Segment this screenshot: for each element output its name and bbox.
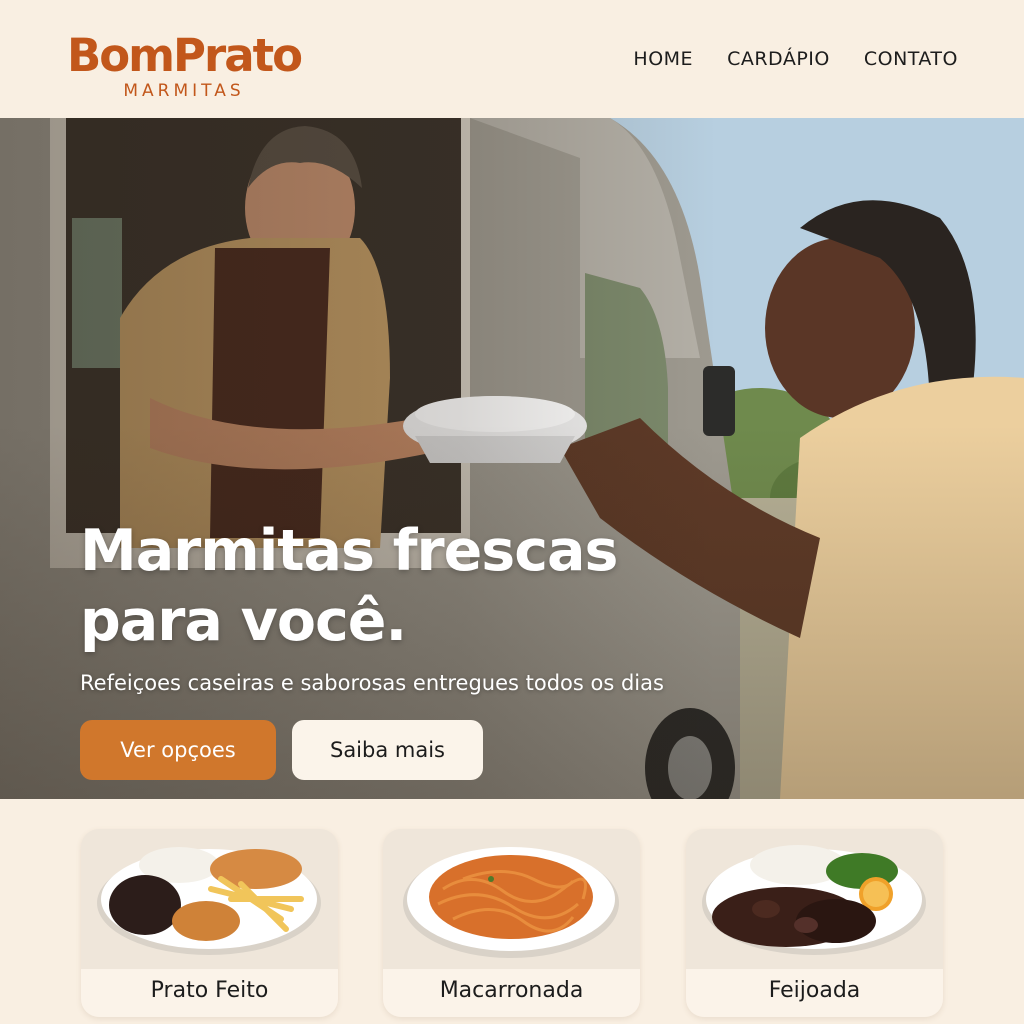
nav-home[interactable]: HOME bbox=[633, 46, 693, 72]
saiba-mais-button[interactable]: Saiba mais bbox=[292, 720, 483, 780]
feijoada-image bbox=[686, 829, 943, 969]
nav-contato[interactable]: CONTATO bbox=[864, 46, 958, 72]
hero-title-line2: para você. bbox=[80, 588, 407, 654]
main-nav: HOME CARDÁPIO CONTATO bbox=[633, 46, 958, 72]
hero-title: Marmitas frescas para você. bbox=[80, 516, 700, 656]
menu-cards: Prato Feito Macarronada Feijoada bbox=[0, 799, 1024, 1024]
macarronada-image bbox=[383, 829, 640, 969]
ver-opcoes-button[interactable]: Ver opçoes bbox=[80, 720, 276, 780]
menu-card-label: Macarronada bbox=[439, 978, 584, 1003]
brand-logo[interactable]: BomPrato MARMITAS bbox=[64, 29, 304, 101]
hero-subtitle: Refeiçoes caseiras e saborosas entregues… bbox=[80, 671, 664, 695]
menu-card-label: Feijoada bbox=[768, 978, 861, 1003]
prato-feito-image bbox=[81, 829, 338, 969]
menu-card-label: Prato Feito bbox=[150, 978, 269, 1003]
site-header: BomPrato MARMITAS HOME CARDÁPIO CONTATO bbox=[0, 0, 1024, 118]
menu-card-macarronada[interactable]: Macarronada bbox=[383, 829, 640, 1017]
menu-card-feijoada[interactable]: Feijoada bbox=[686, 829, 943, 1017]
nav-cardapio[interactable]: CARDÁPIO bbox=[727, 46, 830, 72]
menu-card-prato-feito[interactable]: Prato Feito bbox=[81, 829, 338, 1017]
brand-tagline: MARMITAS bbox=[123, 81, 245, 101]
hero-title-line1: Marmitas frescas bbox=[80, 518, 618, 584]
hero-banner: Marmitas frescas para você. Refeiçoes ca… bbox=[0, 118, 1024, 799]
brand-name: BomPrato bbox=[66, 29, 303, 82]
